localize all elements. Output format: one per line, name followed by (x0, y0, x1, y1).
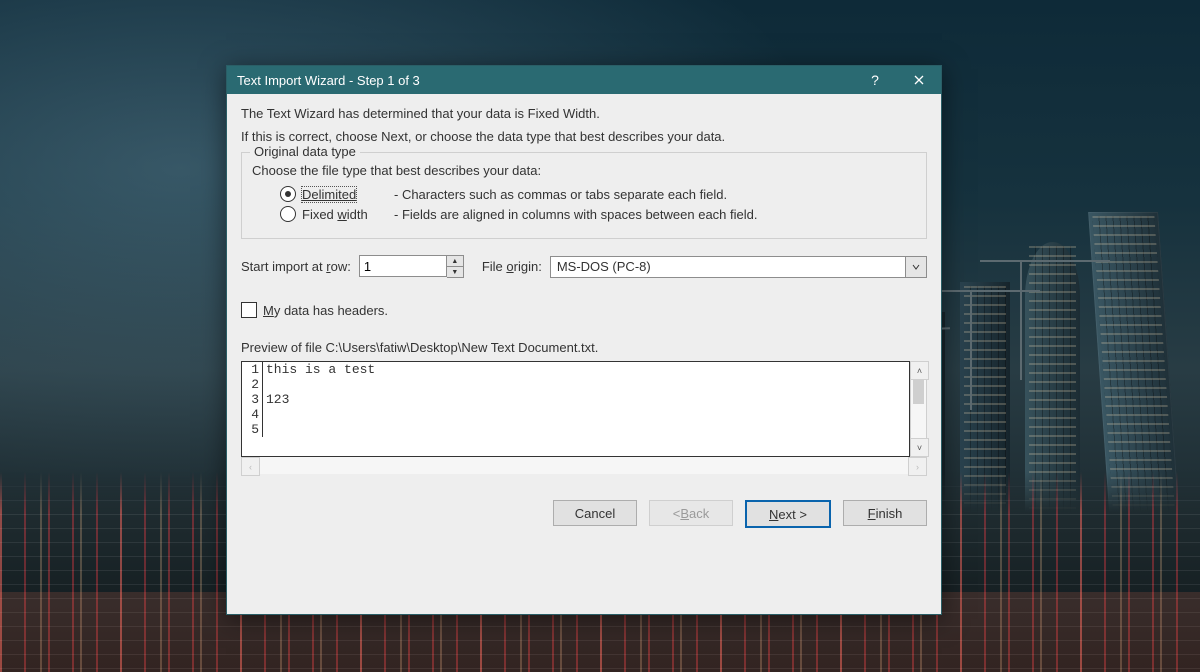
scroll-up-button[interactable]: ˄ (910, 361, 929, 380)
preview-row-text (263, 422, 379, 437)
preview-row-number: 1 (242, 362, 263, 377)
help-button[interactable]: ? (853, 66, 897, 94)
scroll-left-button[interactable]: ‹ (241, 457, 260, 476)
preview-row-number: 3 (242, 392, 263, 407)
preview-row-text (263, 407, 379, 422)
bg-crane (930, 290, 1040, 292)
spin-up-button[interactable]: ▲ (447, 256, 463, 267)
preview-row-number: 2 (242, 377, 263, 392)
preview-row-text (263, 377, 379, 392)
scroll-thumb[interactable] (913, 380, 924, 404)
my-data-has-headers-checkbox[interactable]: My data has headers. (241, 302, 927, 318)
fixed-width-radio-label: Fixed width (302, 207, 394, 222)
original-data-type-legend: Original data type (250, 144, 360, 159)
scroll-right-button[interactable]: › (908, 457, 927, 476)
desktop-background: Text Import Wizard - Step 1 of 3 ? The T… (0, 0, 1200, 672)
delimited-option[interactable]: Delimited - Characters such as commas or… (280, 186, 916, 202)
preview-label: Preview of file C:\Users\fatiw\Desktop\N… (241, 340, 927, 355)
text-import-wizard-dialog: Text Import Wizard - Step 1 of 3 ? The T… (226, 65, 942, 615)
intro-line-1: The Text Wizard has determined that your… (241, 106, 927, 121)
preview-row: 1this is a test (242, 362, 378, 377)
preview-row: 4 (242, 407, 378, 422)
close-icon (914, 75, 924, 85)
preview-row: 3123 (242, 392, 378, 407)
horizontal-scrollbar[interactable]: ‹ › (241, 457, 927, 474)
preview-row: 2 (242, 377, 378, 392)
original-data-type-group: Original data type Choose the file type … (241, 152, 927, 239)
my-data-has-headers-label: My data has headers. (263, 303, 388, 318)
dropdown-button[interactable] (905, 256, 927, 278)
preview-row: 5 (242, 422, 378, 437)
dialog-title: Text Import Wizard - Step 1 of 3 (237, 73, 853, 88)
titlebar[interactable]: Text Import Wizard - Step 1 of 3 ? (227, 66, 941, 94)
cancel-button[interactable]: Cancel (553, 500, 637, 526)
delimited-description: - Characters such as commas or tabs sepa… (394, 187, 727, 202)
file-origin-label: File origin: (482, 259, 542, 274)
vertical-scrollbar[interactable]: ˄ ˅ (910, 361, 927, 457)
delimited-radio-label: Delimited (302, 187, 356, 202)
start-import-row-input[interactable] (359, 255, 447, 277)
radio-icon (280, 206, 296, 222)
radio-icon (280, 186, 296, 202)
back-button: < Back (649, 500, 733, 526)
close-button[interactable] (897, 66, 941, 94)
preview-row-number: 5 (242, 422, 263, 437)
checkbox-icon (241, 302, 257, 318)
next-button[interactable]: Next > (745, 500, 831, 528)
preview-row-text: this is a test (263, 362, 379, 377)
fixed-width-option[interactable]: Fixed width - Fields are aligned in colu… (280, 206, 916, 222)
file-origin-dropdown[interactable]: MS-DOS (PC-8) (550, 256, 927, 278)
spin-down-button[interactable]: ▼ (447, 267, 463, 277)
choose-file-type-label: Choose the file type that best describes… (252, 163, 916, 178)
file-origin-value: MS-DOS (PC-8) (550, 256, 905, 278)
preview-row-text: 123 (263, 392, 379, 407)
start-import-row-spinner[interactable]: ▲ ▼ (359, 255, 464, 278)
intro-line-2: If this is correct, choose Next, or choo… (241, 129, 927, 144)
chevron-down-icon (912, 263, 920, 271)
preview-pane: 1this is a test2312345 (241, 361, 910, 457)
scroll-down-button[interactable]: ˅ (910, 438, 929, 457)
start-import-row-label: Start import at row: (241, 259, 351, 274)
preview-row-number: 4 (242, 407, 263, 422)
bg-crane (980, 260, 1110, 262)
finish-button[interactable]: Finish (843, 500, 927, 526)
scroll-track[interactable] (910, 380, 927, 438)
fixed-width-description: - Fields are aligned in columns with spa… (394, 207, 757, 222)
